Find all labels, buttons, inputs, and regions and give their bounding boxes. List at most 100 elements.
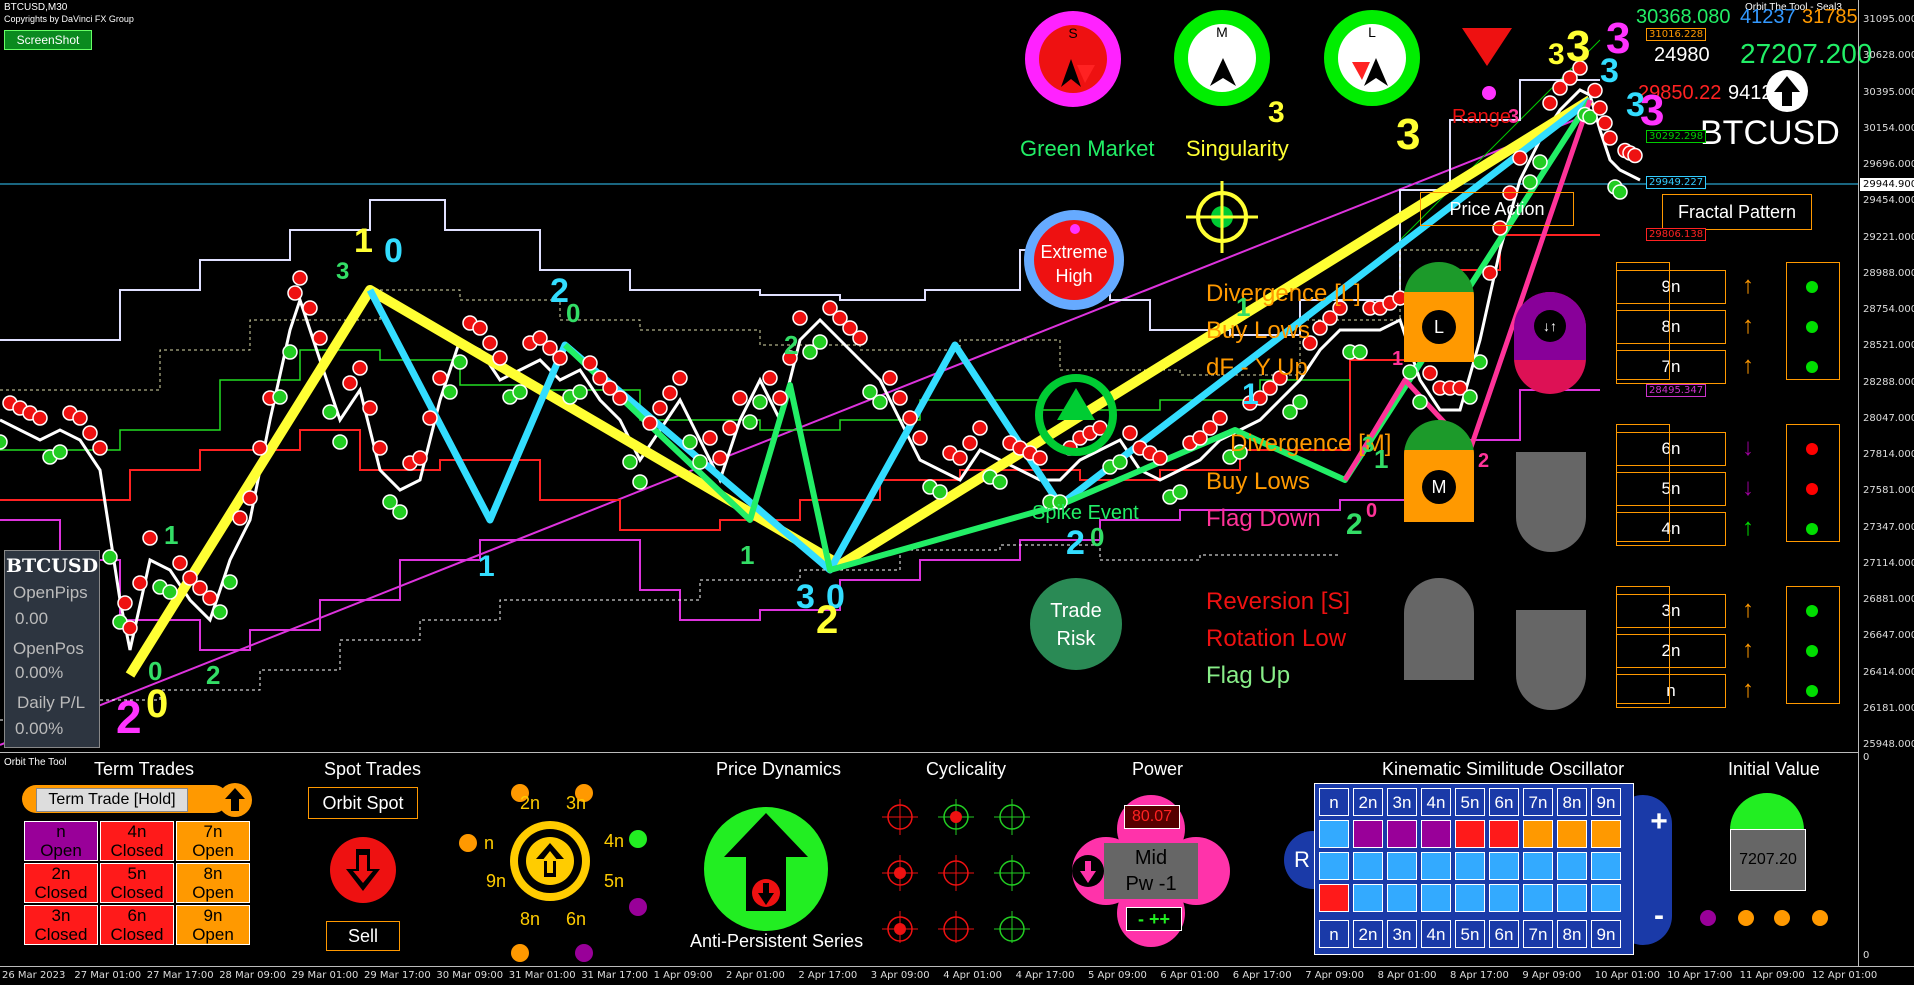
buy-signal-dot — [162, 584, 178, 600]
time-axis[interactable]: 26 Mar 2023 27 Mar 01:00 27 Mar 17:00 28 Ma… — [0, 966, 1914, 985]
kso-header-cell: 2n — [1353, 920, 1383, 948]
sell-button[interactable]: Sell — [326, 921, 400, 951]
sell-signal-dot — [92, 440, 108, 456]
value-orange-top: 31785 — [1802, 6, 1858, 28]
time-tick: 31 Mar 17:00 — [581, 970, 648, 981]
price-tick: 27347.000 — [1863, 521, 1914, 533]
sell-signal-dot — [72, 410, 88, 426]
arrow-down-icon: ↓ — [1742, 474, 1754, 501]
kso-grid: n 2n 3n 4n 5n 6n 7n 8n 9n n 2n 3n 4n 5n 6n 7n 8n 9n — [1314, 783, 1634, 955]
value-green-large: 27207.200 — [1740, 38, 1873, 69]
kso-header-cell: n — [1319, 920, 1349, 948]
buy-signal-dot — [932, 484, 948, 500]
buy-signal-dot — [1402, 364, 1418, 380]
term-trade-cell[interactable]: 8n Open — [176, 863, 250, 903]
sell-signal-dot — [372, 440, 388, 456]
buy-signal-dot — [752, 394, 768, 410]
price-tick: 30395.000 — [1863, 86, 1914, 98]
orbit-spot-button[interactable]: Orbit Spot — [308, 787, 418, 819]
buy-signal-dot — [1532, 154, 1548, 170]
term-up-arrow-icon[interactable] — [218, 783, 252, 817]
term-trade-cell[interactable]: n Open — [24, 821, 98, 861]
rotation-low-label: Rotation Low — [1206, 625, 1347, 652]
green-market-label: Green Market — [1020, 136, 1155, 161]
sell-signal-dot — [882, 370, 898, 386]
price-tick: 31095.000 — [1863, 14, 1914, 25]
time-tick: 1 Apr 09:00 — [653, 970, 713, 981]
price-tag: 31016.228 — [1646, 28, 1707, 41]
price-tag: 29806.138 — [1646, 228, 1707, 241]
time-tick: 3 Apr 09:00 — [870, 970, 930, 981]
power-value: 80.07 — [1124, 805, 1180, 829]
price-action-box: Price Action — [1420, 192, 1574, 226]
kso-cell — [1557, 884, 1587, 912]
price-scale[interactable]: 31095.000 30628.000 30395.000 30154.000 2969… — [1858, 0, 1914, 966]
kso-header-cell: 3n — [1387, 788, 1417, 816]
kso-header-cell: 7n — [1523, 788, 1553, 816]
kso-minus-button[interactable]: - — [1646, 899, 1672, 933]
initial-value-dots — [1700, 910, 1828, 926]
kso-header-cell: 7n — [1523, 920, 1553, 948]
cycle-target-icon — [938, 911, 974, 943]
term-trade-cell[interactable]: 4n Closed — [100, 821, 174, 861]
term-trade-cell[interactable]: 7n Open — [176, 821, 250, 861]
pill-gray-1 — [1516, 452, 1586, 552]
price-dynamics-title: Price Dynamics — [716, 759, 842, 779]
pill-gray-3 — [1516, 610, 1586, 710]
kso-cell — [1455, 852, 1485, 880]
dot-box-mid — [1786, 424, 1840, 542]
buy-signal-dot — [322, 404, 338, 420]
price-tick: 30628.000 — [1863, 50, 1914, 62]
kso-cell — [1319, 820, 1349, 848]
term-trade-cell[interactable]: 2n Closed — [24, 863, 98, 903]
orbit-label-6n: 6n — [566, 909, 587, 929]
kso-header-cell: 8n — [1557, 788, 1587, 816]
pill-gray-2 — [1404, 578, 1474, 680]
price-tick: 25948.000 — [1863, 739, 1914, 750]
kso-header-cell: 5n — [1455, 788, 1485, 816]
cycle-target-icon — [882, 799, 918, 835]
buy-signal-dot — [1412, 394, 1428, 410]
time-tick: 26 Mar 2023 — [2, 970, 66, 981]
sell-signal-dot — [962, 435, 978, 451]
sell-signal-dot — [1512, 150, 1528, 166]
buy-signal-dot — [392, 504, 408, 520]
buy-signal-dot — [1522, 174, 1538, 190]
term-trade-cell[interactable]: 5n Closed — [100, 863, 174, 903]
sell-signal-dot — [132, 575, 148, 591]
time-tick: 8 Apr 01:00 — [1377, 970, 1437, 981]
flag-down-label: Flag Down — [1206, 505, 1321, 532]
screenshot-button[interactable]: ScreenShot — [4, 30, 92, 50]
power-signs: - ++ — [1126, 907, 1182, 931]
buy-signal-dot — [992, 474, 1008, 490]
arrow-up-icon: ↑ — [1742, 596, 1754, 623]
orbit-label-4n: 4n — [604, 831, 625, 851]
sub-scale-bottom: 0 — [1863, 950, 1870, 961]
price-tick: 29221.000 — [1863, 231, 1914, 243]
price-chart[interactable]: BTCUSD,M30 Copyrights by DaVinci FX Grou… — [0, 0, 1872, 750]
sub-scale-top: 0 — [1863, 752, 1870, 763]
price-tick: 27814.000 — [1863, 449, 1914, 460]
wave-digit: 3 — [1548, 38, 1565, 71]
term-trade-toggle[interactable]: Term Trade [Hold] — [22, 785, 228, 813]
kso-header-cell: 9n — [1591, 788, 1621, 816]
buy-signal-dot — [692, 454, 708, 470]
initial-value-title: Initial Value — [1728, 759, 1820, 779]
term-trade-cell[interactable]: 6n Closed — [100, 905, 174, 945]
time-tick: 10 Apr 01:00 — [1594, 970, 1660, 981]
kso-cell — [1353, 852, 1383, 880]
price-tick: 26181.000 — [1863, 702, 1914, 714]
compass-needle-icon — [1061, 59, 1095, 87]
kso-plus-button[interactable]: + — [1646, 805, 1672, 839]
wave-count-marker: 3 — [336, 258, 350, 285]
term-trade-cell[interactable]: 9n Open — [176, 905, 250, 945]
term-trade-cell[interactable]: 3n Closed — [24, 905, 98, 945]
buy-signal-dot — [332, 434, 348, 450]
arrow-up-icon: ↑ — [1742, 676, 1754, 703]
sell-signal-dot — [1597, 115, 1613, 131]
power-title: Power — [1132, 759, 1184, 779]
sell-signal-dot — [552, 350, 568, 366]
time-tick: 29 Mar 01:00 — [291, 970, 359, 981]
kso-cell — [1557, 852, 1587, 880]
term-trade-hold-button[interactable]: Term Trade [Hold] — [36, 788, 188, 812]
